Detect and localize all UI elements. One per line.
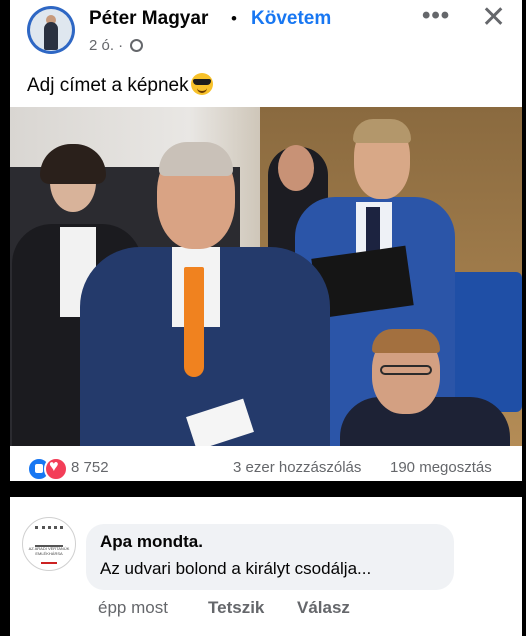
photo-seated-man-hair — [372, 329, 440, 353]
comment-like-button[interactable]: Tetszik — [208, 598, 264, 618]
photo-seated-man-glasses — [380, 365, 432, 375]
photo-speaker-hair — [159, 142, 233, 176]
post-card: Péter Magyar • Követem 2 ó. · ••• ✕ Adj … — [10, 0, 522, 481]
comment-author[interactable]: Apa mondta. — [100, 532, 203, 552]
close-icon[interactable]: ✕ — [481, 0, 506, 35]
author-name[interactable]: Péter Magyar — [89, 8, 208, 30]
comment-card: AZ ARADI VÉRTANÚK EMLÉKHÁRSA Apa mondta.… — [10, 497, 522, 636]
sunglasses-emoji-icon — [190, 73, 213, 95]
caption-text: Adj címet a képnek — [27, 75, 189, 96]
comment-timestamp[interactable]: épp most — [98, 598, 168, 618]
share-count[interactable]: 190 megosztás — [390, 459, 492, 476]
author-avatar[interactable] — [27, 6, 75, 54]
post-timestamp[interactable]: 2 ó. · — [89, 37, 123, 54]
reaction-count[interactable]: 8 752 — [71, 459, 109, 476]
comment-count[interactable]: 3 ezer hozzászólás — [233, 459, 361, 476]
avatar-photo — [30, 9, 72, 51]
more-options-icon[interactable]: ••• — [422, 2, 450, 30]
comment-text: Az udvari bolond a királyt csodálja... — [100, 559, 372, 578]
photo-seat — [450, 272, 522, 412]
name-separator: • — [231, 9, 237, 28]
follow-button[interactable]: Követem — [251, 8, 331, 30]
commenter-avatar[interactable]: AZ ARADI VÉRTANÚK EMLÉKHÁRSA — [22, 517, 76, 571]
avatar-logo-stripe — [41, 562, 57, 564]
avatar-figure — [44, 22, 58, 50]
comment-reply-button[interactable]: Válasz — [297, 598, 350, 618]
post-caption: Adj címet a képnek — [27, 73, 213, 97]
avatar-logo-text: AZ ARADI VÉRTANÚK EMLÉKHÁRSA — [28, 546, 70, 556]
post-photo[interactable] — [10, 107, 522, 446]
love-icon — [44, 457, 68, 481]
castle-logo-icon — [35, 526, 63, 547]
globe-icon — [130, 39, 143, 52]
photo-background-person-head — [278, 145, 314, 191]
photo-standing-man-hair — [353, 119, 411, 143]
photo-woman-hair — [40, 144, 106, 184]
comment-bubble: Apa mondta. Az udvari bolond a királyt c… — [86, 524, 454, 590]
photo-speaker-tie — [184, 267, 204, 377]
